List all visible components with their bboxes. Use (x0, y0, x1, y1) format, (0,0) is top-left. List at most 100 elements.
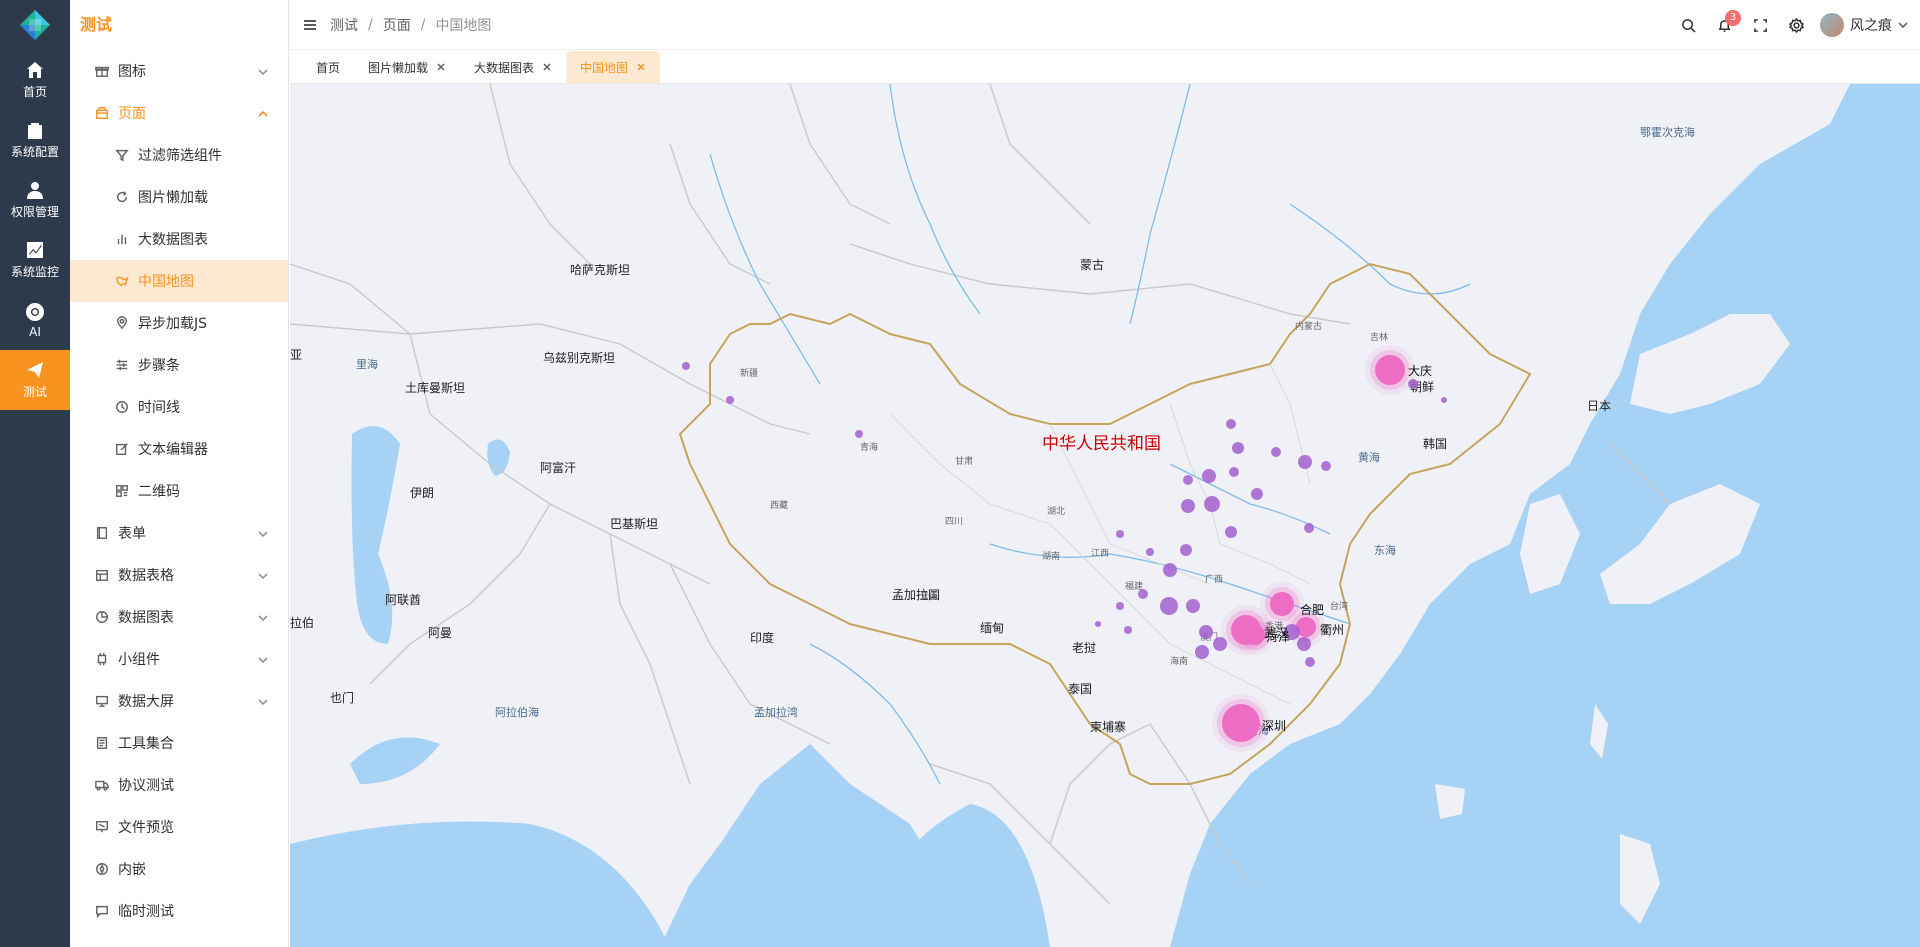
rail-item-test[interactable]: 测试 (0, 350, 70, 410)
map-label-yemen: 也门 (330, 691, 355, 705)
menu-item-label: 工具集合 (118, 736, 174, 752)
map-dot[interactable] (1408, 379, 1418, 389)
menu-item-embed[interactable]: 内嵌 (70, 848, 288, 890)
map-dot[interactable] (1199, 625, 1213, 639)
map-dot[interactable] (1226, 419, 1236, 429)
map-dot[interactable] (1441, 397, 1447, 403)
notification-button[interactable]: 3 (1706, 0, 1742, 50)
breadcrumb-item[interactable]: 页面 (383, 15, 411, 35)
menu-item-forms[interactable]: 表单 (70, 512, 288, 554)
map-dot[interactable] (1251, 488, 1263, 500)
map-dot[interactable] (1297, 637, 1311, 651)
map-dot[interactable] (1225, 526, 1237, 538)
tab-home[interactable]: 首页 (302, 51, 354, 83)
map-bubble-hefei[interactable] (1270, 592, 1294, 616)
map-dot[interactable] (1304, 523, 1314, 533)
map-dot[interactable] (1321, 461, 1331, 471)
rail-item-home[interactable]: 首页 (0, 50, 70, 110)
tab-label: 中国地图 (580, 60, 629, 75)
map-label-uae: 阿联酋 (385, 593, 422, 607)
map-dot[interactable] (1163, 563, 1177, 577)
map-dot[interactable] (1202, 469, 1216, 483)
map-dot[interactable] (1160, 597, 1178, 615)
map-bubble-wuhan[interactable] (1231, 615, 1261, 645)
rail-item-permission[interactable]: 权限管理 (0, 170, 70, 230)
map-dot[interactable] (1298, 455, 1312, 469)
map-dot[interactable] (1116, 602, 1124, 610)
menu-item-pages[interactable]: 页面 (70, 92, 288, 134)
map-dot[interactable] (1213, 637, 1227, 651)
map-dot[interactable] (1195, 645, 1209, 659)
menu-item-bigdata-chart[interactable]: 大数据图表 (70, 218, 288, 260)
menu-item-async-js[interactable]: 异步加载JS (70, 302, 288, 344)
map-dot[interactable] (1146, 548, 1154, 556)
menu-item-china-map[interactable]: 中国地图 (70, 260, 288, 302)
close-icon[interactable] (542, 62, 552, 72)
map-dot[interactable] (855, 430, 863, 438)
map-dot[interactable] (1271, 447, 1281, 457)
sidebar-title: 测试 (80, 15, 113, 34)
tab-bar: 首页 图片懒加载 大数据图表 中国地图 (290, 50, 1920, 84)
map-label-yunnan: 云南 (920, 592, 939, 602)
search-button[interactable] (1670, 0, 1706, 50)
settings-button[interactable] (1778, 0, 1814, 50)
map-dot[interactable] (1124, 626, 1132, 634)
map-dot[interactable] (1116, 530, 1124, 538)
filter-icon (114, 147, 130, 163)
menu-item-timeline[interactable]: 时间线 (70, 386, 288, 428)
menu-item-lazyload[interactable]: 图片懒加载 (70, 176, 288, 218)
china-map[interactable]: 哈萨克斯坦 蒙古 乌兹别克斯坦 土库曼斯坦 阿富汗 伊朗 巴基斯坦 印度 孟加拉… (290, 84, 1920, 947)
refresh-icon (114, 189, 130, 205)
menu-item-steps[interactable]: 步骤条 (70, 344, 288, 386)
map-dot[interactable] (1305, 657, 1315, 667)
rail-item-ai[interactable]: AI (0, 290, 70, 350)
map-label-mongolia: 蒙古 (1080, 258, 1105, 272)
menu-item-tools[interactable]: 工具集合 (70, 722, 288, 764)
close-icon[interactable] (436, 62, 446, 72)
menu-item-filter[interactable]: 过滤筛选组件 (70, 134, 288, 176)
breadcrumb-item[interactable]: 测试 (330, 15, 358, 35)
menu-item-qrcode[interactable]: 二维码 (70, 470, 288, 512)
menu-item-data-chart[interactable]: 数据图表 (70, 596, 288, 638)
sliders-icon (114, 357, 130, 373)
clipboard-icon (28, 123, 42, 139)
rail-item-system-config[interactable]: 系统配置 (0, 110, 70, 170)
map-dot[interactable] (1229, 467, 1239, 477)
menu-item-file-preview[interactable]: 文件预览 (70, 806, 288, 848)
home-icon (27, 62, 43, 78)
rail-item-monitor[interactable]: 系统监控 (0, 230, 70, 290)
map-dot[interactable] (1232, 442, 1244, 454)
map-dot[interactable] (1180, 544, 1192, 556)
map-dot[interactable] (1186, 599, 1200, 613)
map-dot[interactable] (1138, 589, 1148, 599)
menu-toggle-button[interactable] (290, 18, 330, 32)
fullscreen-button[interactable] (1742, 0, 1778, 50)
map-dot[interactable] (1204, 496, 1220, 512)
tab-bigdata-chart[interactable]: 大数据图表 (460, 51, 566, 83)
map-city-shenzhen: 深圳 (1262, 719, 1287, 733)
map-dot[interactable] (682, 362, 690, 370)
menu-item-protocol-test[interactable]: 协议测试 (70, 764, 288, 806)
close-icon[interactable] (636, 62, 646, 72)
tab-china-map[interactable]: 中国地图 (566, 51, 661, 83)
table-icon (94, 567, 110, 583)
map-dot[interactable] (1181, 499, 1195, 513)
app-logo[interactable] (0, 0, 70, 50)
tab-lazyload[interactable]: 图片懒加载 (354, 51, 460, 83)
map-dot[interactable] (1183, 475, 1193, 485)
map-dot[interactable] (726, 396, 734, 404)
map-dot[interactable] (1095, 621, 1101, 627)
menu-item-big-screen[interactable]: 数据大屏 (70, 680, 288, 722)
tab-label: 大数据图表 (474, 60, 535, 75)
menu-item-data-table[interactable]: 数据表格 (70, 554, 288, 596)
menu-item-text-editor[interactable]: 文本编辑器 (70, 428, 288, 470)
map-bubble-shenzhen[interactable] (1222, 704, 1260, 742)
menu-item-temp-test[interactable]: 临时测试 (70, 890, 288, 932)
user-menu[interactable]: 风之痕 (1820, 13, 1908, 37)
menu-item-icons[interactable]: 图标 (70, 50, 288, 92)
map-bubble-daqing[interactable] (1375, 355, 1405, 385)
bar-chart-icon (114, 231, 130, 247)
map-label-xinjiang: 新疆 (740, 369, 759, 379)
map-label-arabia-edge: 拉伯 (290, 616, 315, 630)
menu-item-widgets[interactable]: 小组件 (70, 638, 288, 680)
